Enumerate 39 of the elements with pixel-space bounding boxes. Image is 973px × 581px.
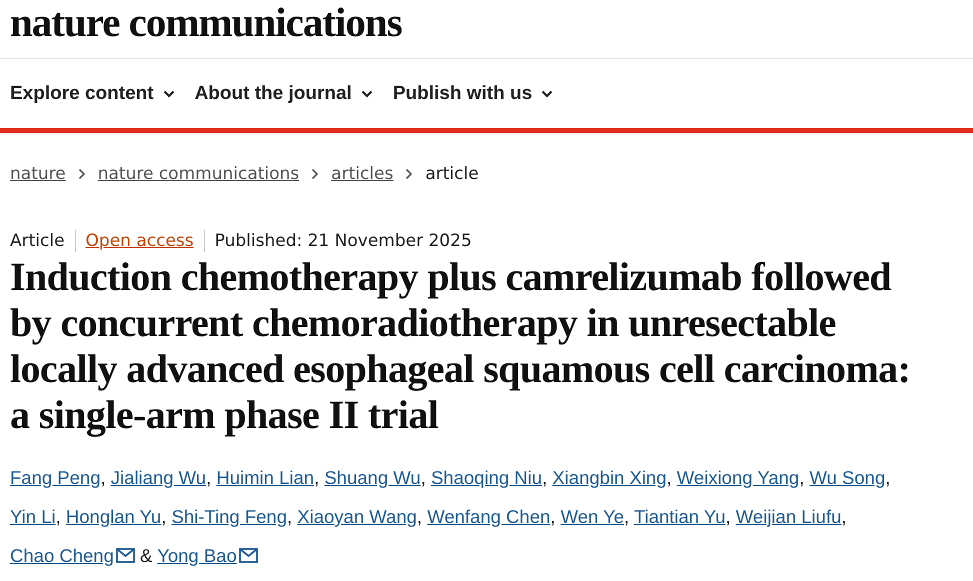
article-title: Induction chemotherapy plus camrelizumab followed by concurrent chemoradiotherapy in unresectable locally advanced esophageal squamous cell carcinoma: a single-arm phase II trial <box>10 254 912 438</box>
author-link[interactable]: Shuang Wu <box>324 467 421 488</box>
nav-menu[interactable]: Publish with us <box>392 82 554 104</box>
author-link[interactable]: Wen Ye <box>560 506 624 527</box>
author-link[interactable]: Yong Bao <box>157 545 258 566</box>
chevron-right-icon <box>311 168 320 180</box>
breadcrumb-current: article <box>425 164 479 184</box>
author-link[interactable]: Shaoqing Niu <box>430 467 542 488</box>
mail-icon[interactable] <box>116 548 135 563</box>
nav-menu[interactable]: About the journal <box>194 82 373 104</box>
article-type: Article <box>10 230 66 252</box>
chevron-down-icon <box>541 90 554 98</box>
breadcrumb-link[interactable]: articles <box>331 164 394 184</box>
author-link[interactable]: Fang Peng <box>10 467 101 488</box>
chevron-right-icon <box>78 168 86 180</box>
open-access-link[interactable]: Open access <box>74 230 204 252</box>
author-link[interactable]: Honglan Yu <box>66 506 162 527</box>
author-link[interactable]: Shi-Ting Feng <box>171 506 287 527</box>
nav-menu[interactable]: Explore content <box>10 82 175 104</box>
author-link[interactable]: Xiaoyan Wang <box>297 506 417 527</box>
author-list: Fang Peng, Jialiang Wu, Huimin Lian, Shuang Wu, Shaoqing Niu, Xiangbin Xing, Weixiong Yang, Wu Song, Yin Li, Honglan Yu, Shi-Ting Feng, Xiaoyan Wang, Wenfang Chen, Wen Ye, Tiantian Yu, Weijian Liufu, Chao Cheng & Yong Bao <box>10 458 935 575</box>
breadcrumb-link[interactable]: nature communications <box>98 164 300 184</box>
published-date: Published: 21 November 2025 <box>204 230 482 252</box>
chevron-down-icon <box>162 90 175 98</box>
author-link[interactable]: Weixiong Yang <box>676 467 800 488</box>
chevron-down-icon <box>360 90 373 98</box>
author-link[interactable]: Xiangbin Xing <box>552 467 667 488</box>
chevron-right-icon <box>405 168 414 180</box>
author-link[interactable]: Yin Li <box>10 506 56 527</box>
author-link[interactable]: Tiantian Yu <box>634 506 726 527</box>
site-logo[interactable]: nature communications <box>10 2 402 43</box>
author-link[interactable]: Weijian Liufu <box>736 506 842 527</box>
author-link[interactable]: Wenfang Chen <box>427 506 550 527</box>
author-link[interactable]: Chao Cheng <box>10 545 135 566</box>
author-link[interactable]: Wu Song <box>809 467 886 488</box>
author-link[interactable]: Huimin Lian <box>216 467 314 488</box>
author-link[interactable]: Jialiang Wu <box>110 467 206 488</box>
mail-icon[interactable] <box>238 548 258 563</box>
breadcrumb-link[interactable]: nature <box>10 164 66 184</box>
